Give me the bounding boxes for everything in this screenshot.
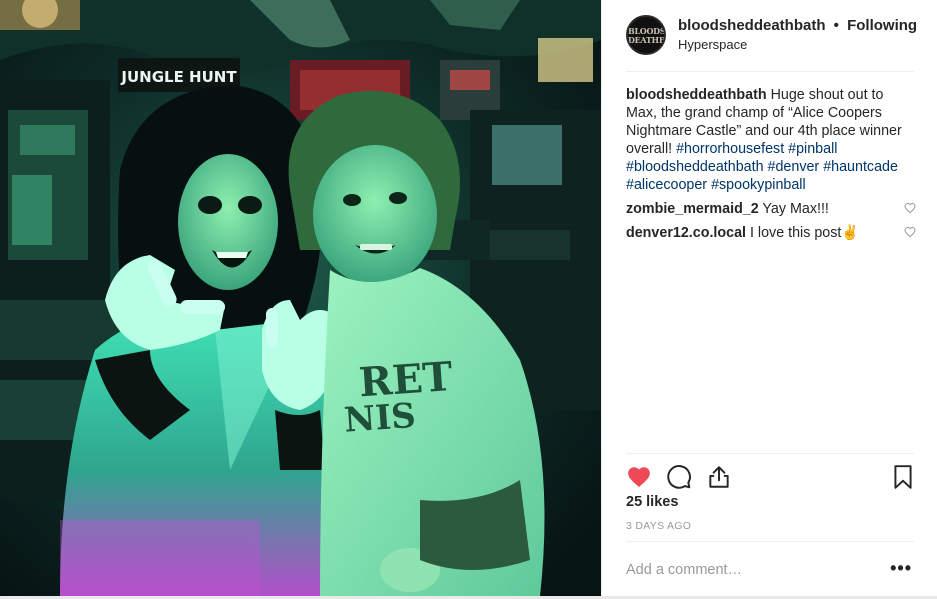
likes-count[interactable]: 25 likes: [626, 494, 678, 510]
comment-like-heart-icon[interactable]: [904, 226, 916, 238]
header-user-line: bloodsheddeathbath • Following: [678, 17, 917, 34]
hashtag-link[interactable]: #denver: [768, 159, 820, 175]
instagram-post: JUNGLE HUNT RET NIS BLOODS DEATHB bloods…: [0, 0, 937, 596]
post-date: 3 DAYS AGO: [626, 520, 692, 532]
shirt-text-line2: NIS: [343, 396, 417, 441]
comment-row: denver12.co.local I love this post✌️: [626, 224, 918, 242]
comment-text: I love this post✌️: [749, 225, 860, 241]
action-bar: [626, 453, 914, 497]
comments-list: bloodsheddeathbath Huge shout out to Max…: [626, 86, 918, 242]
comment-text: Yay Max!!!: [762, 201, 829, 217]
hashtag-link[interactable]: #alicecooper: [626, 177, 707, 193]
photo-illustration: JUNGLE HUNT RET NIS: [0, 0, 601, 596]
post-caption: bloodsheddeathbath Huge shout out to Max…: [626, 86, 918, 194]
hashtag-link[interactable]: #horrorhousefest: [676, 141, 784, 157]
avatar-logo-text: DEATHBATH: [628, 35, 666, 45]
add-comment-section: •••: [626, 541, 914, 596]
caption-username[interactable]: bloodsheddeathbath: [626, 87, 767, 103]
post-side-panel: BLOODSHED DEATHBATH bloodsheddeathbath •…: [601, 0, 937, 596]
comment-rows: zombie_mermaid_2 Yay Max!!! denver12.co.l…: [626, 200, 918, 242]
header-username[interactable]: bloodsheddeathbath: [678, 17, 826, 34]
heart-filled-icon[interactable]: [626, 464, 652, 490]
following-button[interactable]: Following: [847, 17, 917, 34]
bookmark-icon[interactable]: [890, 464, 916, 490]
comment-bubble-icon[interactable]: [666, 464, 692, 490]
hashtag-link[interactable]: #bloodsheddeathbath: [626, 159, 764, 175]
hashtag-link[interactable]: #hauntcade: [823, 159, 898, 175]
comment-like-heart-icon[interactable]: [904, 202, 916, 214]
comment-row: zombie_mermaid_2 Yay Max!!!: [626, 200, 918, 218]
more-options-button[interactable]: •••: [890, 559, 912, 577]
share-upload-icon[interactable]: [706, 464, 732, 490]
comment-input[interactable]: [626, 560, 876, 580]
arcade-marquee-text: JUNGLE HUNT: [120, 68, 237, 86]
comment-username[interactable]: zombie_mermaid_2: [626, 201, 759, 217]
header-text: bloodsheddeathbath • Following Hyperspac…: [678, 17, 917, 52]
hashtag-link[interactable]: #spookypinball: [711, 177, 806, 193]
location-link[interactable]: Hyperspace: [678, 37, 917, 52]
hashtag-link[interactable]: #pinball: [788, 141, 837, 157]
header-separator: •: [833, 17, 839, 34]
post-header: BLOODSHED DEATHBATH bloodsheddeathbath •…: [626, 14, 917, 72]
avatar[interactable]: BLOODSHED DEATHBATH: [626, 15, 666, 55]
comment-username[interactable]: denver12.co.local: [626, 225, 746, 241]
post-photo[interactable]: JUNGLE HUNT RET NIS: [0, 0, 601, 596]
